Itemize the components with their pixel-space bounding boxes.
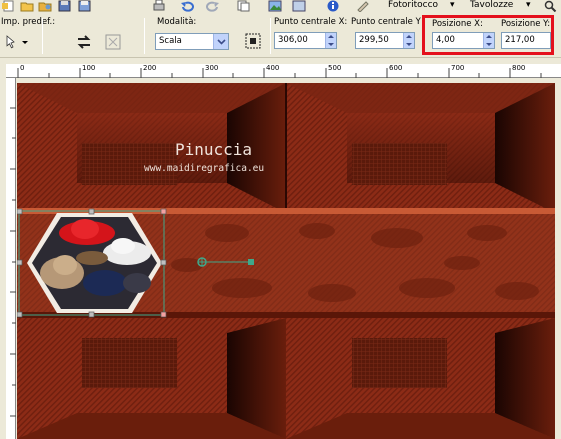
toolbar-separator [144,18,145,54]
ruler-label: 200 [143,64,157,72]
watermark-url: www.maidiregrafica.eu [144,163,265,174]
save-icon[interactable] [58,0,72,12]
ruler-label: 700 [451,64,465,72]
vertical-ruler[interactable] [6,78,16,439]
resize-handle[interactable] [160,311,167,318]
mode-value: Scala [159,36,182,46]
browse-icon[interactable] [38,0,52,12]
preset-picker[interactable] [4,34,30,50]
resize-handle[interactable] [17,208,23,215]
resize-handle[interactable] [17,259,23,266]
preset-label: Imp. predef.: [1,17,56,27]
resize-handle[interactable] [88,311,95,318]
open-folder-icon[interactable] [20,0,34,12]
resize-handle[interactable] [160,208,167,215]
ruler-ticks [10,107,16,417]
ruler-label: 0 [20,64,25,72]
undo-icon[interactable] [180,0,194,12]
center-y-field[interactable]: 299,50 [355,32,415,49]
pick-center-icon[interactable] [244,32,262,50]
center-y-spinner[interactable] [403,33,414,48]
fotoritocco-dropdown-icon[interactable]: ▾ [450,0,455,10]
center-x-value: 306,00 [278,35,308,45]
canvas-area: 0 100 200 300 400 500 600 700 800 Pinucc… [0,59,561,439]
reset-deform-icon[interactable] [104,33,122,51]
chevron-down-icon[interactable] [213,34,228,49]
ruler-label: 100 [82,64,96,72]
palette-icon[interactable] [292,0,306,12]
toolbar-separator [42,18,43,54]
toolbar-separator [270,18,271,54]
image-icon[interactable] [268,0,282,12]
watermark-title: Pinuccia [175,140,253,159]
mode-label: Modalità: [157,17,197,27]
tavolozze-dropdown-icon[interactable]: ▾ [526,0,531,10]
mode-select[interactable]: Scala [155,33,229,50]
resize-handle[interactable] [17,311,23,318]
ruler-label: 800 [512,64,526,72]
print-icon[interactable] [152,0,166,12]
artwork [17,83,555,439]
horizontal-ruler[interactable]: 0 100 200 300 400 500 600 700 800 [6,64,561,78]
zoom-icon[interactable] [544,0,558,13]
ruler-label: 300 [205,64,219,72]
resize-handle[interactable] [160,259,167,266]
ruler-label: 400 [266,64,280,72]
canvas-image[interactable]: Pinuccia www.maidiregrafica.eu [17,83,555,439]
copy-icon[interactable] [236,0,250,12]
new-file-icon[interactable] [2,0,16,12]
fotoritocco-icon[interactable] [356,0,370,13]
menu-tavolozze[interactable]: Tavolozze [470,0,513,10]
info-icon[interactable] [326,0,340,12]
redo-icon[interactable] [206,0,220,12]
ruler-label: 600 [389,64,403,72]
center-x-spinner[interactable] [325,33,336,48]
center-x-field[interactable]: 306,00 [274,32,337,49]
save-as-icon[interactable] [78,0,92,12]
ruler-label: 500 [328,64,342,72]
highlight-annotation [422,15,554,55]
resize-handle[interactable] [88,208,95,215]
flip-icon[interactable] [74,34,94,50]
center-x-label: Punto centrale X: [274,17,348,27]
main-toolbar: Fotoritocco ▾ Tavolozze ▾ [0,0,561,14]
center-y-value: 299,50 [359,35,389,45]
menu-fotoritocco[interactable]: Fotoritocco [388,0,438,10]
center-y-label: Punto centrale Y [351,17,421,27]
